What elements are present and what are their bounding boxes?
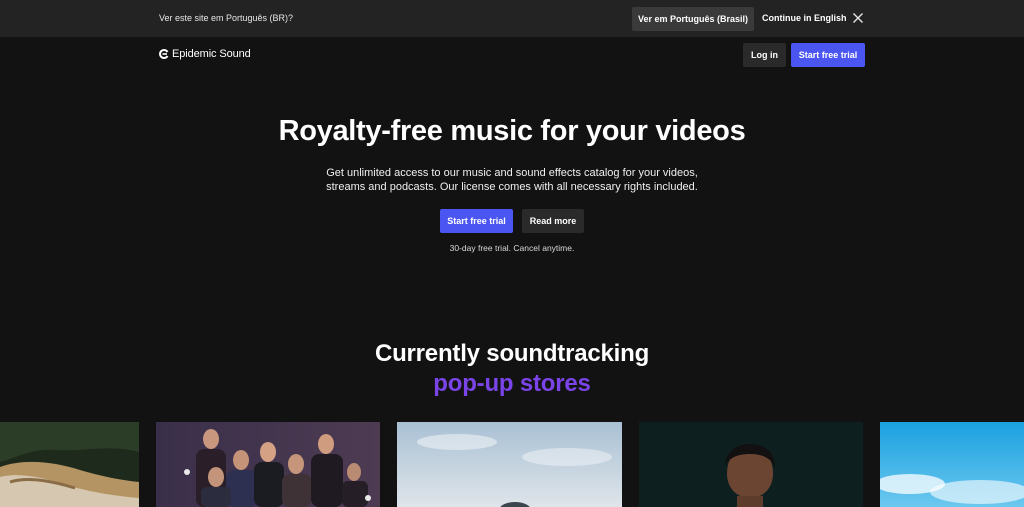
- section-title: Currently soundtracking: [374, 340, 650, 367]
- hero-title: Royalty-free music for your videos: [278, 115, 746, 147]
- read-more-button[interactable]: Read more: [522, 209, 584, 233]
- brand-logo[interactable]: Epidemic Sound: [159, 48, 251, 60]
- locale-banner: Ver este site em Português (BR)? Ver em …: [0, 0, 1024, 37]
- epidemic-logo-icon: [159, 49, 169, 59]
- login-button[interactable]: Log in: [743, 43, 786, 67]
- showcase-card-image[interactable]: [397, 422, 622, 507]
- hero-subtitle-line1: Get unlimited access to our music and so…: [326, 167, 698, 179]
- hero-subtitle-line2: streams and podcasts. Our license comes …: [326, 181, 698, 193]
- start-trial-header-button[interactable]: Start free trial: [791, 43, 865, 67]
- man-portrait-image: [639, 422, 863, 507]
- brand-name: Epidemic Sound: [172, 48, 251, 60]
- showcase-card-image[interactable]: [0, 422, 139, 507]
- start-trial-hero-button[interactable]: Start free trial: [440, 209, 513, 233]
- site-header: Epidemic Sound Log in Start free trial: [0, 37, 1024, 71]
- showcase-card-image[interactable]: [880, 422, 1024, 507]
- showcase-card-image[interactable]: [156, 422, 380, 507]
- continue-english-link[interactable]: Continue in English: [762, 13, 847, 23]
- close-icon[interactable]: [852, 12, 864, 24]
- band-photo-image: [156, 422, 380, 507]
- sandy-landscape-image: [0, 422, 139, 507]
- section-accent-title: pop-up stores: [433, 370, 591, 397]
- showcase-card-image[interactable]: [639, 422, 863, 507]
- switch-language-button[interactable]: Ver em Português (Brasil): [632, 7, 754, 31]
- trial-note: 30-day free trial. Cancel anytime.: [449, 243, 575, 253]
- blue-sky-image: [880, 422, 1024, 507]
- sky-portrait-image: [397, 422, 622, 507]
- hero-subtitle: Get unlimited access to our music and so…: [0, 166, 1024, 194]
- locale-prompt: Ver este site em Português (BR)?: [159, 13, 294, 23]
